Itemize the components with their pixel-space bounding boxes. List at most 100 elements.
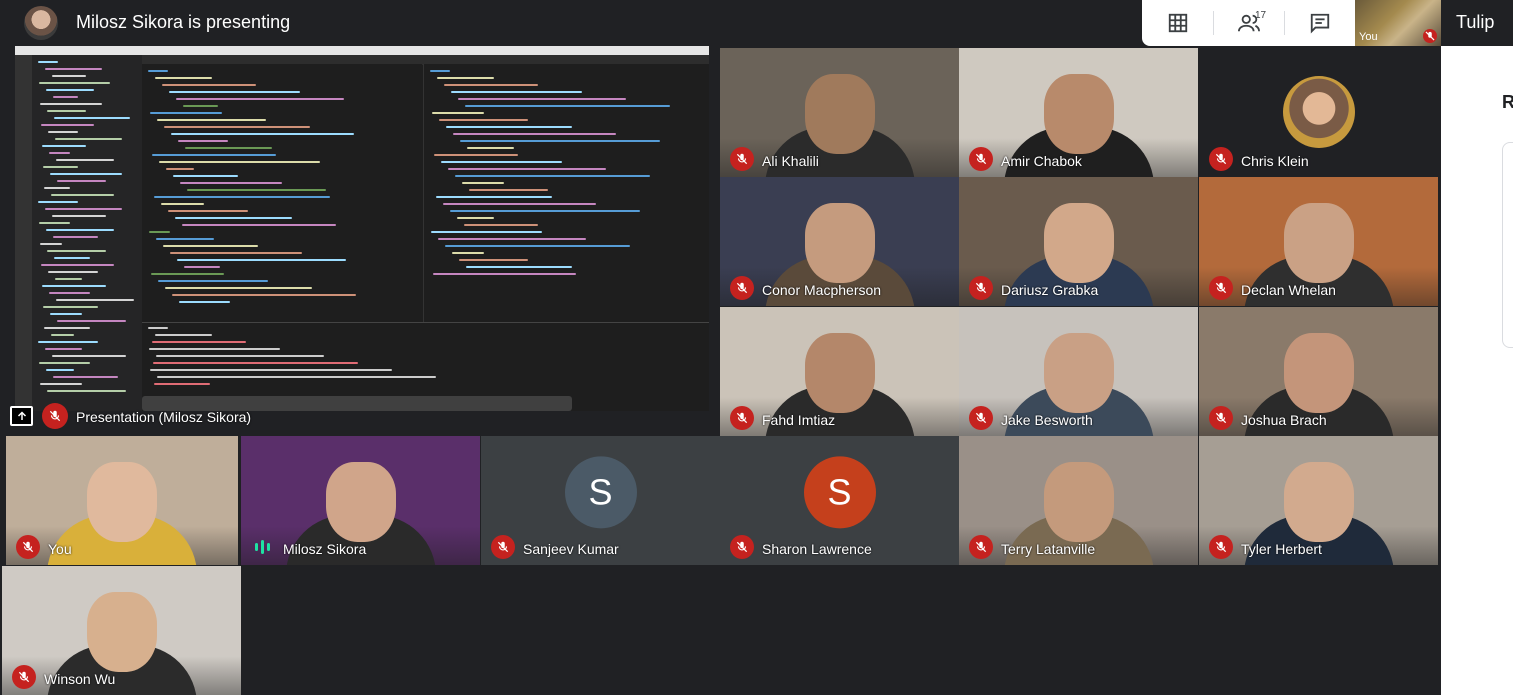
participant-tile[interactable]: S Sharon Lawrence (720, 436, 959, 565)
code-line (155, 334, 212, 336)
code-line (438, 238, 586, 240)
code-line (187, 189, 326, 191)
participant-name: Fahd Imtiaz (762, 412, 836, 428)
code-line (154, 196, 330, 198)
code-line (457, 217, 494, 219)
mic-off-icon (736, 153, 748, 165)
participant-name: Jake Besworth (1001, 412, 1093, 428)
participant-video (1283, 202, 1354, 283)
participant-video (1043, 332, 1114, 413)
code-line (459, 259, 528, 261)
code-line (54, 117, 130, 119)
code-line (148, 70, 168, 72)
presenter-avatar (24, 6, 58, 40)
participant-tile[interactable]: You (6, 436, 238, 565)
participant-name: Amir Chabok (1001, 153, 1082, 169)
code-line (170, 252, 302, 254)
participant-tile[interactable]: Tyler Herbert (1199, 436, 1438, 565)
code-line (44, 327, 90, 329)
code-line (168, 210, 248, 212)
participant-tile[interactable]: Chris Klein (1199, 48, 1438, 177)
code-line (40, 243, 62, 245)
code-line (180, 182, 282, 184)
grid-layout-button[interactable] (1142, 0, 1213, 46)
code-line (433, 273, 576, 275)
code-line (51, 334, 74, 336)
code-line (441, 161, 562, 163)
code-line (44, 187, 70, 189)
mic-off-icon (1423, 29, 1437, 43)
participant-tile[interactable]: Jake Besworth (959, 307, 1198, 436)
mic-off-icon (975, 412, 987, 424)
code-line (43, 306, 98, 308)
code-line (448, 168, 606, 170)
presentation-mute-button[interactable] (42, 403, 68, 429)
muted-indicator (969, 276, 993, 300)
code-line (149, 348, 280, 350)
participant-tile[interactable]: Conor Macpherson (720, 177, 959, 306)
side-panel-heading: R (1502, 92, 1513, 112)
code-line (156, 238, 214, 240)
present-icon[interactable] (10, 406, 33, 426)
code-line (184, 266, 220, 268)
code-line (39, 82, 110, 84)
tab-tulip[interactable]: Tulip (1441, 0, 1513, 46)
participant-tile[interactable]: Declan Whelan (1199, 177, 1438, 306)
code-line (464, 224, 538, 226)
code-line (38, 341, 98, 343)
avatar (1282, 76, 1355, 148)
chat-button[interactable] (1284, 0, 1355, 46)
participant-tile[interactable]: Winson Wu (2, 566, 241, 695)
code-line (443, 203, 596, 205)
muted-indicator (730, 147, 754, 171)
code-line (56, 299, 134, 301)
participants-button[interactable]: 17 (1213, 0, 1284, 46)
participant-name: Tyler Herbert (1241, 541, 1322, 557)
code-line (151, 273, 224, 275)
self-preview[interactable]: You (1355, 0, 1441, 46)
code-line (45, 348, 82, 350)
code-line (162, 84, 256, 86)
code-line (149, 231, 170, 233)
code-line (444, 84, 538, 86)
mic-off-icon (1215, 541, 1227, 553)
participant-video (1043, 73, 1114, 154)
code-line (453, 133, 616, 135)
muted-indicator (491, 535, 515, 559)
participant-video (1283, 461, 1354, 542)
participant-tile[interactable]: Fahd Imtiaz (720, 307, 959, 436)
code-line (171, 133, 354, 135)
self-label: You (1359, 31, 1378, 43)
participant-tile[interactable]: Terry Latanville (959, 436, 1198, 565)
code-line (172, 294, 356, 296)
code-line (152, 154, 276, 156)
participant-tile[interactable]: Amir Chabok (959, 48, 1198, 177)
muted-indicator (969, 535, 993, 559)
code-line (169, 91, 300, 93)
vscode-editor-right (423, 64, 709, 322)
participant-name: Ali Khalili (762, 153, 819, 169)
participant-count: 17 (1255, 10, 1267, 21)
presentation-screen[interactable] (15, 46, 709, 411)
code-line (45, 68, 102, 70)
muted-indicator (16, 535, 40, 559)
avatar: S (564, 455, 637, 528)
participant-name: Dariusz Grabka (1001, 282, 1099, 298)
presenting-title: Milosz Sikora is presenting (76, 12, 291, 32)
mic-off-icon (22, 541, 34, 553)
participant-tile[interactable]: Dariusz Grabka (959, 177, 1198, 306)
participant-video (1043, 461, 1114, 542)
mic-off-icon (1215, 282, 1227, 294)
code-line (150, 369, 392, 371)
code-line (53, 236, 98, 238)
muted-indicator (969, 147, 993, 171)
code-line (38, 61, 58, 63)
code-line (46, 229, 114, 231)
code-line (153, 362, 358, 364)
participant-tile[interactable]: Joshua Brach (1199, 307, 1438, 436)
code-line (48, 131, 78, 133)
participant-tile[interactable]: Ali Khalili (720, 48, 959, 177)
mic-off-icon (736, 541, 748, 553)
participant-tile[interactable]: S Sanjeev Kumar (481, 436, 720, 565)
participant-tile[interactable]: Milosz Sikora (241, 436, 480, 565)
